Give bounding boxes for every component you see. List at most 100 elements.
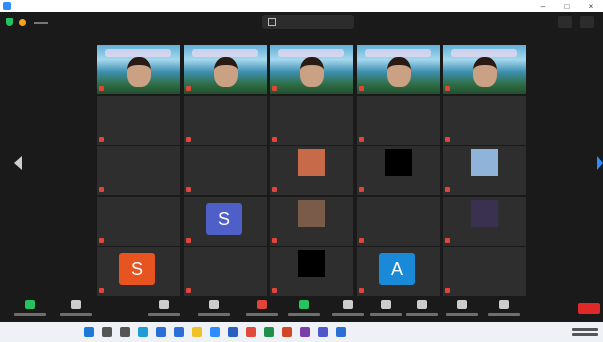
participant-tile[interactable] <box>443 146 526 195</box>
muted-mic-icon <box>445 238 450 243</box>
powerpoint-icon[interactable] <box>282 327 292 337</box>
muted-mic-icon <box>359 238 364 243</box>
edge-icon[interactable] <box>138 327 148 337</box>
task-view-icon[interactable] <box>120 327 130 337</box>
minimize-icon[interactable]: – <box>531 2 555 11</box>
more-icon <box>499 300 509 309</box>
participant-tile[interactable] <box>443 247 526 296</box>
photos-icon[interactable] <box>336 327 346 337</box>
control-label <box>446 313 478 316</box>
participant-tile[interactable] <box>357 146 440 195</box>
muted-mic-icon <box>359 288 364 293</box>
record-button[interactable] <box>330 298 366 320</box>
system-clock[interactable] <box>572 326 598 338</box>
participant-tile[interactable] <box>357 45 440 94</box>
connection-signal-icon <box>34 20 48 24</box>
whiteboard-button[interactable] <box>444 298 480 320</box>
participant-tile[interactable] <box>443 197 526 246</box>
participant-tile[interactable] <box>184 247 267 296</box>
meeting-controls <box>0 296 603 322</box>
security-button[interactable] <box>146 298 182 320</box>
view-options-icon[interactable] <box>580 16 594 28</box>
muted-mic-icon <box>272 238 277 243</box>
record-icon <box>343 300 353 309</box>
windows-taskbar <box>0 322 603 342</box>
start-icon[interactable] <box>84 327 94 337</box>
word-icon[interactable] <box>228 327 238 337</box>
view-switcher[interactable] <box>262 15 354 29</box>
store-icon[interactable] <box>156 327 166 337</box>
participant-initial-avatar: S <box>206 203 242 235</box>
muted-mic-icon <box>99 187 104 192</box>
close-icon[interactable]: × <box>579 2 603 11</box>
next-page-icon[interactable] <box>597 156 603 170</box>
end-meeting-button[interactable] <box>578 303 600 314</box>
share-screen-button[interactable] <box>286 298 322 320</box>
chrome-icon[interactable] <box>246 327 256 337</box>
apps-icon <box>417 300 427 309</box>
participant-tile[interactable] <box>97 96 180 145</box>
muted-mic-icon <box>272 187 277 192</box>
more-button[interactable] <box>486 298 522 320</box>
participant-video <box>443 45 526 94</box>
teams-icon[interactable] <box>318 327 328 337</box>
meeting-info-icon[interactable] <box>19 18 26 26</box>
participant-tile[interactable]: S <box>184 197 267 246</box>
participant-tile[interactable]: S <box>97 247 180 296</box>
zoom-icon[interactable] <box>210 327 220 337</box>
participant-tile[interactable] <box>97 197 180 246</box>
muted-mic-icon <box>272 288 277 293</box>
participant-tile[interactable]: A <box>357 247 440 296</box>
chat-button[interactable] <box>244 298 280 320</box>
previous-page-icon[interactable] <box>14 156 22 170</box>
participant-tile[interactable] <box>184 45 267 94</box>
control-label <box>370 313 402 316</box>
participant-tile[interactable] <box>270 247 353 296</box>
muted-mic-icon <box>99 86 104 91</box>
participant-tile[interactable] <box>443 96 526 145</box>
encryption-shield-icon[interactable] <box>6 18 13 26</box>
mic-button[interactable] <box>12 298 48 320</box>
muted-mic-icon <box>99 288 104 293</box>
participant-tile[interactable] <box>270 146 353 195</box>
participants-button[interactable] <box>196 298 232 320</box>
muted-mic-icon <box>445 137 450 142</box>
search-icon[interactable] <box>102 327 112 337</box>
participant-profile-picture <box>298 250 325 277</box>
muted-mic-icon <box>186 187 191 192</box>
apps-button[interactable] <box>404 298 440 320</box>
participant-initial-avatar: S <box>119 253 155 285</box>
control-label <box>148 313 180 316</box>
excel-icon[interactable] <box>264 327 274 337</box>
explorer-icon[interactable] <box>192 327 202 337</box>
control-label <box>488 313 520 316</box>
mic-icon <box>25 300 35 309</box>
muted-mic-icon <box>186 86 191 91</box>
muted-mic-icon <box>359 137 364 142</box>
participant-profile-picture <box>471 200 498 227</box>
participant-tile[interactable] <box>270 96 353 145</box>
share-screen-icon <box>299 300 309 309</box>
fullscreen-icon[interactable] <box>558 16 572 28</box>
participant-tile[interactable] <box>357 197 440 246</box>
participant-tile[interactable] <box>270 45 353 94</box>
security-icon <box>159 300 169 309</box>
video-button[interactable] <box>58 298 94 320</box>
participant-tile[interactable] <box>184 146 267 195</box>
gallery-view-icon <box>268 18 276 26</box>
participant-tile[interactable] <box>97 146 180 195</box>
mail-icon[interactable] <box>174 327 184 337</box>
participant-tile[interactable] <box>184 96 267 145</box>
participant-tile[interactable] <box>97 45 180 94</box>
participant-tile[interactable] <box>270 197 353 246</box>
reactions-button[interactable] <box>368 298 404 320</box>
onenote-icon[interactable] <box>300 327 310 337</box>
maximize-icon[interactable]: □ <box>555 2 579 11</box>
participant-video <box>184 45 267 94</box>
chat-icon <box>257 300 267 309</box>
control-label <box>288 313 320 316</box>
participant-tile[interactable] <box>443 45 526 94</box>
muted-mic-icon <box>359 86 364 91</box>
participant-tile[interactable] <box>357 96 440 145</box>
muted-mic-icon <box>186 288 191 293</box>
